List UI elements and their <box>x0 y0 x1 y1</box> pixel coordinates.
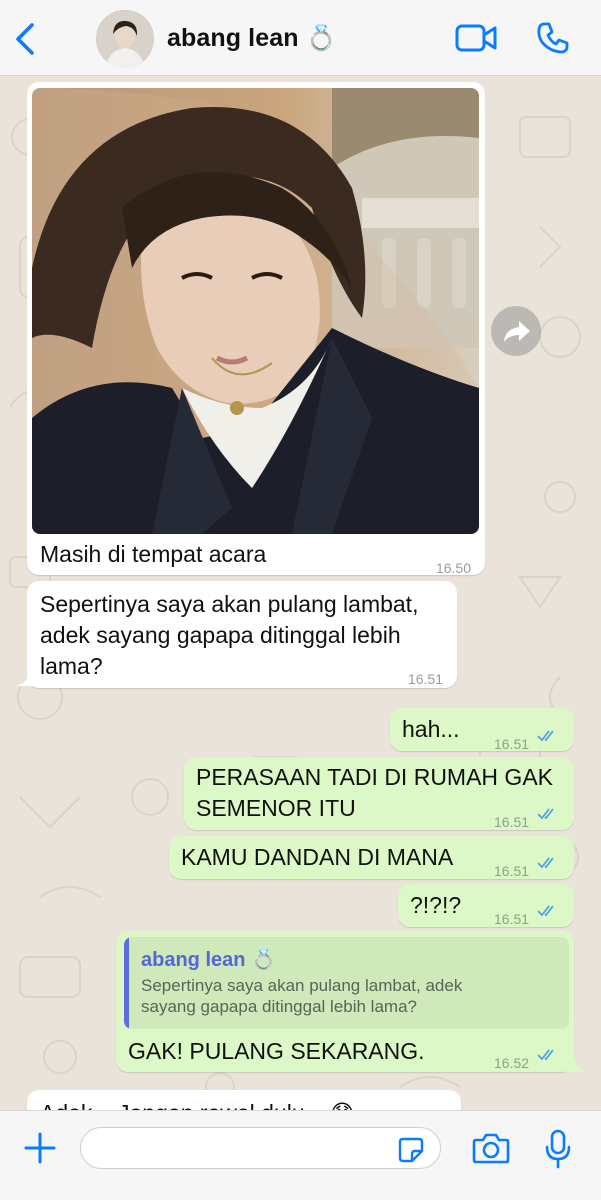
message-time: 16.51 <box>494 814 530 830</box>
quote-line: sayang gapapa ditinggal lebih lama? <box>141 997 417 1016</box>
quote-line: Sepertinya saya akan pulang lambat, adek <box>141 976 463 995</box>
message-text: GAK! PULANG SEKARANG. <box>128 1038 425 1064</box>
bubble-tail <box>566 1052 586 1072</box>
video-call-icon[interactable] <box>455 24 498 52</box>
phone-icon[interactable] <box>536 21 570 55</box>
outgoing-text-message[interactable]: KAMU DANDAN DI MANA 16.51 <box>169 836 574 879</box>
chevron-left-icon[interactable] <box>12 22 38 56</box>
read-ticks-icon <box>537 905 554 917</box>
selfie-photo <box>32 88 479 534</box>
message-line: PERASAAN TADI DI RUMAH GAK <box>196 764 553 790</box>
photo-attachment[interactable] <box>32 88 479 534</box>
quote-accent-bar <box>124 937 129 1029</box>
message-time: 16.50 <box>435 560 471 576</box>
message-time: 16.51 <box>494 736 530 752</box>
sticker-icon[interactable] <box>398 1137 424 1163</box>
message-line: lama? <box>40 653 103 679</box>
forward-button[interactable] <box>491 306 541 356</box>
read-ticks-icon <box>537 808 554 820</box>
message-time: 16.52 <box>494 1055 530 1071</box>
message-text: KAMU DANDAN DI MANA <box>181 844 454 870</box>
message-line: adek sayang gapapa ditinggal lebih <box>40 622 401 648</box>
quote-author: abang lean 💍 <box>141 949 276 971</box>
message-line: Sepertinya saya akan pulang lambat, <box>40 591 419 617</box>
contact-name[interactable]: abang lean 💍 <box>167 24 337 53</box>
read-ticks-icon <box>537 730 554 742</box>
avatar[interactable] <box>96 10 154 68</box>
message-time: 16.51 <box>407 671 443 687</box>
microphone-icon[interactable] <box>545 1129 571 1169</box>
incoming-text-message[interactable]: Sepertinya saya akan pulang lambat, adek… <box>27 581 457 688</box>
message-input[interactable] <box>80 1127 441 1169</box>
quoted-message[interactable]: abang lean 💍 Sepertinya saya akan pulang… <box>124 937 569 1029</box>
message-time: 16.51 <box>494 863 530 879</box>
read-ticks-icon <box>537 857 554 869</box>
camera-icon[interactable] <box>472 1132 510 1164</box>
outgoing-text-message[interactable]: hah... 16.51 <box>390 708 574 752</box>
message-text: hah... <box>402 716 460 742</box>
message-text: Masih di tempat acara <box>40 541 267 567</box>
share-forward-icon <box>504 321 530 342</box>
read-ticks-icon <box>537 1049 554 1061</box>
message-composer <box>0 1110 601 1200</box>
message-line: SEMENOR ITU <box>196 795 356 821</box>
avatar-image <box>96 10 154 68</box>
plus-icon[interactable] <box>23 1131 57 1165</box>
message-text: ?!?!? <box>410 892 462 918</box>
photo-caption-row: Masih di tempat acara 16.50 <box>27 534 485 576</box>
outgoing-text-message[interactable]: ?!?!? 16.51 <box>398 884 574 927</box>
bubble-tail <box>17 666 37 686</box>
chat-header: abang lean 💍 <box>0 0 601 76</box>
quote-text: Sepertinya saya akan pulang lambat, adek… <box>141 975 556 1017</box>
outgoing-text-message[interactable]: PERASAAN TADI DI RUMAH GAK SEMENOR ITU 1… <box>184 757 574 830</box>
